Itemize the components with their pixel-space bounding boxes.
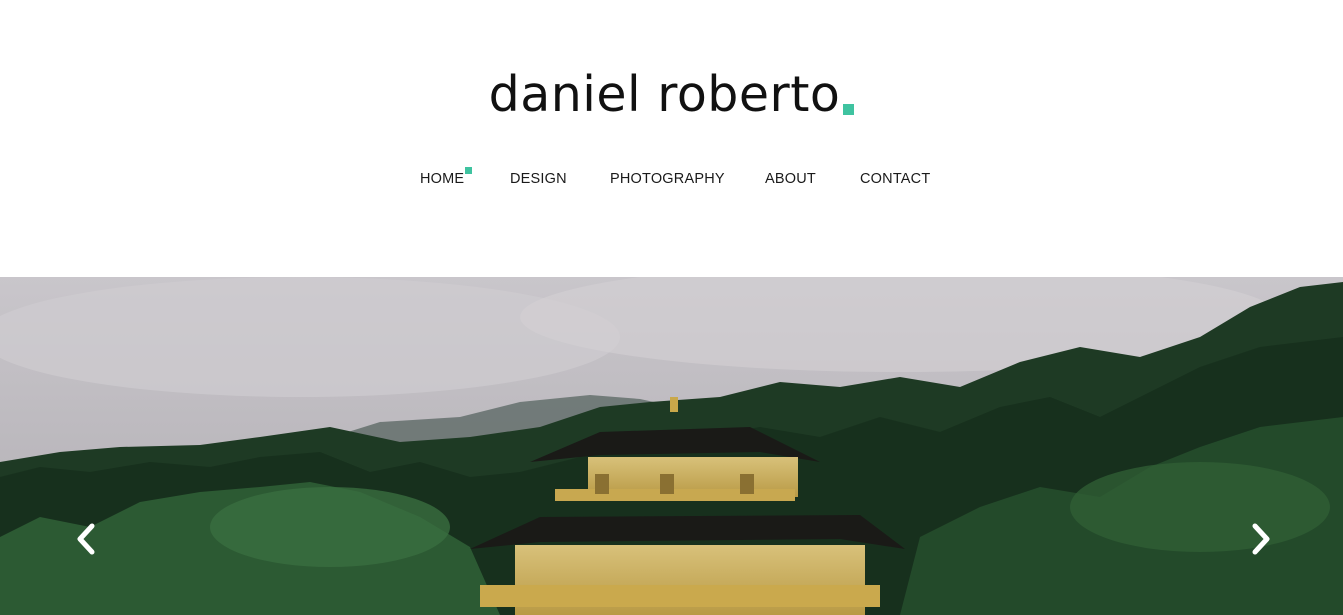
nav-item-contact[interactable]: CONTACT	[860, 171, 930, 187]
slider-next-arrow-icon[interactable]	[1245, 522, 1275, 556]
nav-active-indicator	[465, 167, 472, 174]
nav-item-photography[interactable]: PHOTOGRAPHY	[610, 171, 725, 187]
slider-prev-arrow-icon[interactable]	[72, 522, 102, 556]
nav-item-design[interactable]: DESIGN	[510, 171, 567, 187]
main-nav: HOME DESIGN PHOTOGRAPHY ABOUT CONTACT	[0, 171, 1343, 191]
nav-item-about[interactable]: ABOUT	[765, 171, 816, 187]
logo-text: daniel roberto	[488, 66, 841, 123]
nav-item-home[interactable]: HOME	[420, 171, 464, 187]
hero-slider	[0, 277, 1343, 615]
logo-accent-dot	[843, 104, 855, 115]
hero-slide-image	[0, 277, 1343, 615]
site-logo[interactable]: daniel roberto	[0, 60, 1343, 130]
site-header: daniel roberto HOME DESIGN PHOTOGRAPHY A…	[0, 0, 1343, 277]
